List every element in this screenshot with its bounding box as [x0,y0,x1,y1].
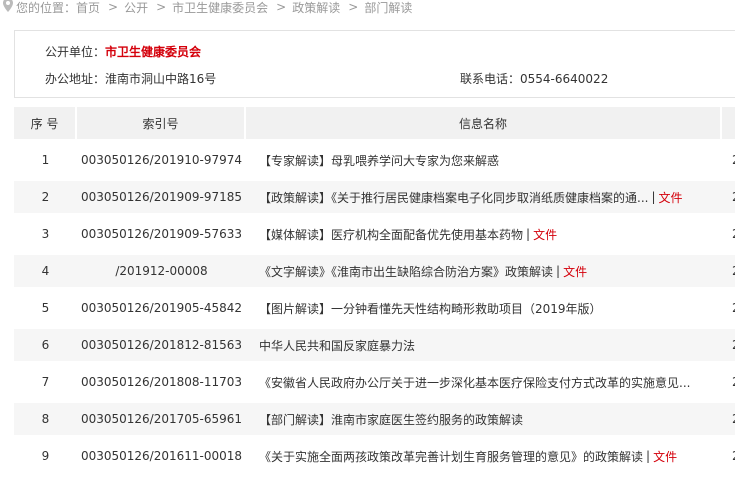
row-info-name-cell: 中华人民共和国反家庭暴力法 [246,329,722,361]
row-info-name-cell: 【政策解读】《关于推行居民健康档案电子化同步取消纸质健康档案的通... | 文件 [246,181,722,213]
unit-value: 市卫生健康委员会 [105,45,202,59]
row-info-name-cell: 《安徽省人民政府办公厅关于进一步深化基本医疗保险支付方式改革的实施意见... [246,366,722,398]
phone-row: 联系电话：0554-6640022 [460,70,608,87]
address-value: 淮南市洞山中路16号 [105,72,217,86]
row-date-cell: 2 [722,329,735,361]
breadcrumb-separator: > [108,0,119,14]
unit-row: 公开单位：市卫生健康委员会 [45,43,201,60]
row-date-cell: 2 [722,366,735,398]
header-extra [722,107,735,139]
row-info-name-cell: 《文字解读》《淮南市出生缺陷综合防治方案》政策解读 | 文件 [246,255,722,287]
breadcrumb-public[interactable]: 公开 [124,0,148,16]
row-number: 2 [41,190,50,204]
row-date-cell: 2 [722,181,735,213]
phone-value: 0554-6640022 [520,72,609,86]
table-row: 8 003050126/201705-65961 【部门解读】淮南市家庭医生签约服务… [14,403,735,435]
row-date-cell: 2 [722,218,735,250]
separator: | [526,227,531,241]
row-index-number: 003050126/201909-97185 [80,190,243,204]
table-row: 9 003050126/201611-00018 《关于实施全面两孩政策改革完善计划… [14,440,735,472]
row-title-link[interactable]: 【媒体解读】医疗机构全面配备优先使用基本药物 [259,226,523,243]
row-index-number: 003050126/201705-65961 [80,412,243,426]
header-name: 信息名称 [246,107,722,139]
row-title-link[interactable]: 【专家解读】母乳喂养学问大专家为您来解惑 [259,152,499,169]
row-date-cell: 2 [722,292,735,324]
separator: | [651,190,656,204]
row-info-name-cell: 【图片解读】一分钟看懂先天性结构畸形救助项目（2019年版） [246,292,722,324]
file-link[interactable]: 文件 [659,189,683,206]
row-info-name-cell: 【部门解读】淮南市家庭医生签约服务的政策解读 [246,403,722,435]
row-title-link[interactable]: 《文字解读》《淮南市出生缺陷综合防治方案》政策解读 [259,263,553,280]
row-index-number: 003050126/201812-81563 [80,338,243,352]
address-label: 办公地址： [45,72,106,86]
row-date-cell: 2 [722,403,735,435]
file-link[interactable]: 文件 [653,448,677,465]
row-index-number: 003050126/201909-57633 [80,227,243,241]
row-index-number: 003050126/201611-00018 [80,449,243,463]
separator: | [646,449,651,463]
table-row: 3 003050126/201909-57633 【媒体解读】医疗机构全面配备优先使… [14,218,735,250]
row-title-link[interactable]: 【部门解读】淮南市家庭医生签约服务的政策解读 [259,411,523,428]
row-date-cell: 2 [722,255,735,287]
row-title-link[interactable]: 【图片解读】一分钟看懂先天性结构畸形救助项目（2019年版） [259,300,602,317]
row-number: 4 [41,264,50,278]
table-header: 序 号 索引号 信息名称 [14,107,735,139]
breadcrumb: 您的位置：首页 > 公开 > 市卫生健康委员会 > 政策解读 > 部门解读 [0,0,735,18]
row-number: 1 [41,153,50,167]
row-number: 8 [41,412,50,426]
table-row: 4/201912-00008 《文字解读》《淮南市出生缺陷综合防治方案》政策解读 |… [14,255,735,287]
file-link[interactable]: 文件 [533,226,557,243]
row-number: 3 [41,227,50,241]
row-date-cell: 2 [722,144,735,176]
table-row: 6 003050126/201812-81563 中华人民共和国反家庭暴力法 2 [14,329,735,361]
row-number: 5 [41,301,50,315]
location-pin-icon [3,0,13,12]
row-date-cell: 2 [722,440,735,472]
phone-label: 联系电话： [460,72,521,86]
breadcrumb-separator: > [348,0,359,14]
breadcrumb-separator: > [276,0,287,14]
file-link[interactable]: 文件 [563,263,587,280]
row-index-number: /201912-00008 [115,264,208,278]
address-row: 办公地址：淮南市洞山中路16号 [45,70,216,87]
row-index-number: 003050126/201808-11703 [80,375,243,389]
unit-info-box: 公开单位：市卫生健康委员会 办公地址：淮南市洞山中路16号 联系电话：0554-… [14,30,735,98]
row-index-number: 003050126/201910-97974 [80,153,243,167]
breadcrumb-commission[interactable]: 市卫生健康委员会 [172,0,268,16]
breadcrumb-home[interactable]: 您的位置：首页 [16,0,100,16]
row-number: 6 [41,338,50,352]
row-title-link[interactable]: 《安徽省人民政府办公厅关于进一步深化基本医疗保险支付方式改革的实施意见... [259,374,690,391]
header-no: 序 号 [14,107,77,139]
unit-label: 公开单位： [45,45,106,59]
row-title-link[interactable]: 中华人民共和国反家庭暴力法 [259,337,415,354]
row-info-name-cell: 【专家解读】母乳喂养学问大专家为您来解惑 [246,144,722,176]
row-number: 7 [41,375,50,389]
breadcrumb-current: 部门解读 [364,0,413,15]
row-title-link[interactable]: 《关于实施全面两孩政策改革完善计划生育服务管理的意见》的政策解读 [259,448,643,465]
table-row: 1 003050126/201910-97974 【专家解读】母乳喂养学问大专家为您… [14,144,735,176]
row-info-name-cell: 【媒体解读】医疗机构全面配备优先使用基本药物 | 文件 [246,218,722,250]
separator: | [556,264,561,278]
breadcrumb-separator: > [156,0,167,14]
row-index-number: 003050126/201905-45842 [80,301,243,315]
table-row: 5 003050126/201905-45842 【图片解读】一分钟看懂先天性结构畸… [14,292,735,324]
header-index: 索引号 [77,107,246,139]
row-title-link[interactable]: 【政策解读】《关于推行居民健康档案电子化同步取消纸质健康档案的通... [259,189,648,206]
table-row: 7 003050126/201808-11703 《安徽省人民政府办公厅关于进一步深… [14,366,735,398]
row-number: 9 [41,449,50,463]
row-info-name-cell: 《关于实施全面两孩政策改革完善计划生育服务管理的意见》的政策解读 | 文件 [246,440,722,472]
table-row: 2 003050126/201909-97185 【政策解读】《关于推行居民健康档案… [14,181,735,213]
breadcrumb-policy[interactable]: 政策解读 [292,0,340,16]
